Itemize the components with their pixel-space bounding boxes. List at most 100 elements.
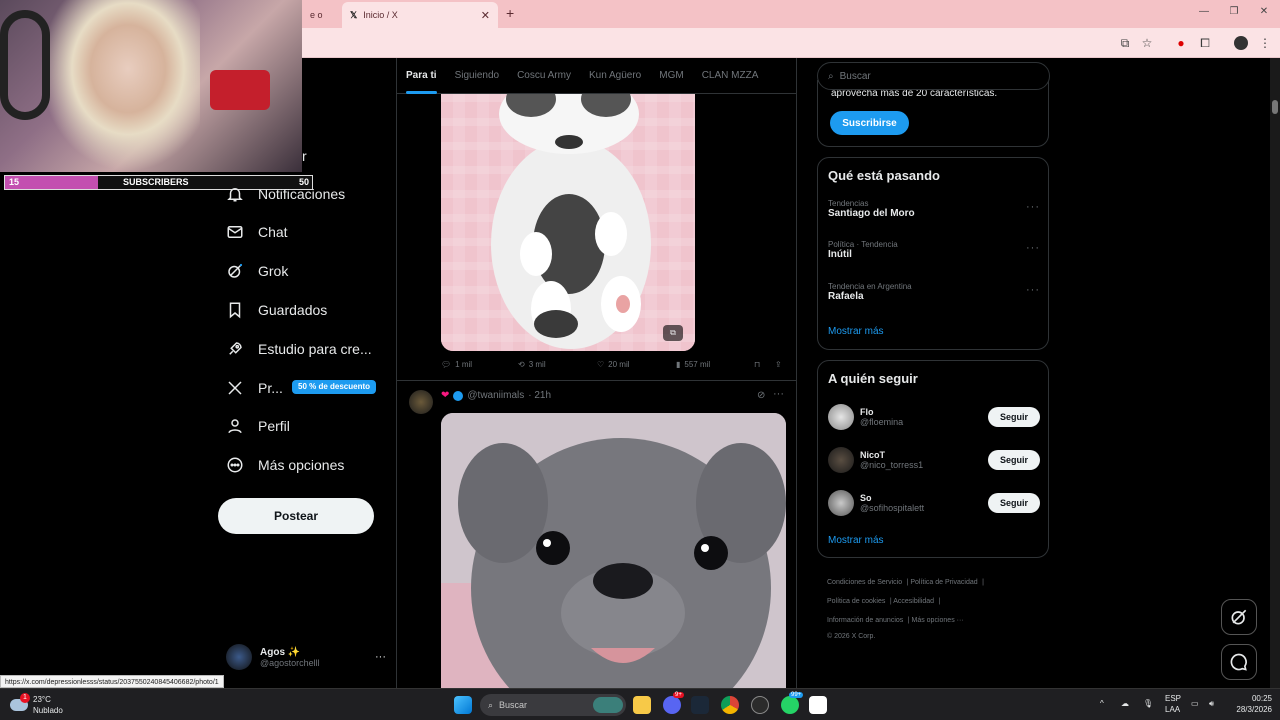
display-tray-icon[interactable]: ▭ [1191,699,1199,708]
menu-kebab-icon[interactable]: ⋮ [1258,36,1272,50]
app-icon-x[interactable] [809,696,827,714]
headphones-shape [0,10,50,120]
grok-post-icon[interactable]: ⊘ [757,390,765,401]
repost-button[interactable]: ⟲ 3 mil [518,360,546,369]
trend-more-icon[interactable]: ··· [1026,201,1040,213]
account-switcher[interactable]: Agos ✨ @agostorchelll ··· [226,644,386,670]
whatsapp-icon[interactable] [781,696,799,714]
file-explorer-icon[interactable] [633,696,651,714]
trend-item[interactable]: Tendencia en Argentina Rafaela ··· [828,282,1040,302]
language-code[interactable]: ESP [1165,694,1181,703]
show-more-follows-link[interactable]: Mostrar más [828,535,884,546]
new-tab-button[interactable]: + [506,5,514,21]
network-tray-icon[interactable]: ☁ [1121,699,1129,708]
follow-suggestion[interactable]: Flo @floemina Seguir [828,402,1040,432]
trend-meta: Política · Tendencia [828,240,898,249]
extensions-icon[interactable]: ⧠ [1198,36,1212,50]
follow-suggestion[interactable]: NicoT @nico_torress1 Seguir [828,445,1040,475]
tab-title: Inicio / X [363,10,398,20]
post-button[interactable]: Postear [218,498,374,534]
avatar [226,644,252,670]
trend-item[interactable]: Tendencias Santiago del Moro ··· [828,199,1040,219]
browser-tab-active[interactable]: 𝕏 Inicio / X ✕ [342,2,498,28]
post-handle[interactable]: @twaniimals [467,390,524,401]
post-image-puppy[interactable] [441,413,786,688]
grok-fab-button[interactable] [1221,599,1257,635]
minimize-icon[interactable]: — [1196,6,1212,17]
tab-clan-mzza[interactable]: CLAN MZZA [693,58,768,94]
footer-link[interactable]: Accesibilidad [893,598,934,605]
profile-avatar[interactable] [1234,36,1248,50]
bookmark-star-icon[interactable]: ☆ [1140,36,1154,50]
close-tab-icon[interactable]: ✕ [481,9,490,22]
browser-tab[interactable]: e o [302,2,342,28]
scrollbar-thumb[interactable] [1272,100,1278,114]
post-image-kitten[interactable]: ⧉ [441,94,695,351]
webcam-overlay [0,0,302,172]
tab-following[interactable]: Siguiendo [446,58,508,94]
like-button[interactable]: ♡ 20 mil [597,360,630,369]
footer-link[interactable]: Información de anuncios [827,617,903,624]
tab-kun-aguero[interactable]: Kun Agüero [580,58,650,94]
sidebar-item-grok[interactable]: Grok [226,259,288,283]
sidebar-item-notifications[interactable]: Notificaciones [226,182,345,206]
search-input[interactable]: ⌕ Buscar [817,62,1050,90]
sidebar-item-chat[interactable]: Chat [226,220,288,244]
show-more-trends-link[interactable]: Mostrar más [828,326,884,337]
trend-more-icon[interactable]: ··· [1026,284,1040,296]
tab-for-you[interactable]: Para ti [397,58,446,94]
bookmark-icon: ⊓ [754,360,761,369]
sidebar-item-premium[interactable]: Pr... [226,376,283,400]
weather-widget[interactable]: 1 [10,693,30,713]
follow-handle: @floemina [860,417,904,427]
avatar[interactable] [409,390,433,414]
views-chart-icon: ▮ [676,360,681,369]
follow-button[interactable]: Seguir [988,493,1040,513]
taskbar-search-input[interactable]: ⌕ Buscar [480,694,626,716]
sidebar-item-bookmarks[interactable]: Guardados [226,298,327,322]
post-more-icon[interactable]: ··· [773,388,784,400]
windows-start-icon[interactable] [454,696,472,714]
follow-button[interactable]: Seguir [988,450,1040,470]
follow-name: NicoT [860,450,886,460]
footer-link[interactable]: Más opciones ··· [912,617,964,624]
tray-chevron-icon[interactable]: ^ [1100,699,1104,708]
trend-more-icon[interactable]: ··· [1026,242,1040,254]
share-button[interactable]: ⇪ [775,360,782,369]
chrome-icon[interactable] [721,696,739,714]
clock-time[interactable]: 00:25 [1232,694,1272,703]
repost-count: 3 mil [528,360,546,369]
more-icon[interactable]: ··· [375,651,386,663]
sidebar-item-creator-studio[interactable]: Estudio para cre... [226,337,372,361]
trend-item[interactable]: Política · Tendencia Inútil ··· [828,240,1040,260]
follow-button[interactable]: Seguir [988,407,1040,427]
tab-coscu-army[interactable]: Coscu Army [508,58,580,94]
sidebar-item-profile[interactable]: Perfil [226,414,290,438]
follow-suggestion[interactable]: So @sofihospitalett Seguir [828,488,1040,518]
sidebar-item-more-options[interactable]: Más opciones [226,453,344,477]
messages-fab-button[interactable] [1221,644,1257,680]
footer-link[interactable]: Condiciones de Servicio [827,579,902,586]
steam-icon[interactable] [691,696,709,714]
weather-desc: Nublado [33,706,63,715]
close-window-icon[interactable]: ✕ [1256,6,1272,17]
bookmark-post-button[interactable]: ⊓ [754,360,760,369]
footer-link[interactable]: Política de Privacidad [910,579,977,586]
install-app-icon[interactable]: ⧉ [1118,36,1132,50]
footer-link[interactable]: Política de cookies [827,598,885,605]
main-feed[interactable]: Para ti Siguiendo Coscu Army Kun Agüero … [396,58,797,688]
restore-icon[interactable]: ❐ [1226,6,1242,17]
views-button[interactable]: ▮ 557 mil [676,360,710,369]
tab-mgm[interactable]: MGM [650,58,692,94]
discord-icon[interactable] [663,696,681,714]
subscribe-button[interactable]: Suscribirse [830,111,909,135]
reply-button[interactable]: 💬︎ 1 mil [441,360,472,369]
opera-extension-icon[interactable]: ● [1174,36,1188,50]
app-icon[interactable] [751,696,769,714]
premium-discount-badge: 50 % de descuento [292,380,377,394]
scrollbar[interactable] [1270,58,1280,688]
volume-tray-icon[interactable]: 🔊︎ [1209,699,1214,709]
trend-meta: Tendencia en Argentina [828,282,912,291]
microphone-tray-icon[interactable]: 🎙︎ [1143,699,1153,708]
expand-image-icon[interactable]: ⧉ [663,325,683,341]
